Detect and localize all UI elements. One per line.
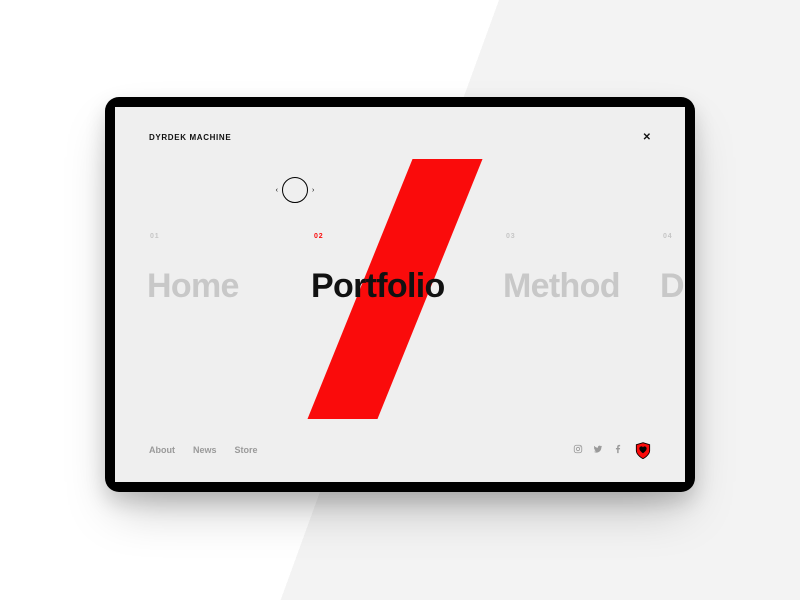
footer-link-store[interactable]: Store xyxy=(235,445,258,455)
nav-item-home[interactable]: 01 Home xyxy=(147,267,239,306)
main-nav: 01 Home 02 Portfolio 03 Method 04 Do xyxy=(115,267,685,327)
heart-shield-icon[interactable] xyxy=(635,442,651,458)
nav-item-do[interactable]: 04 Do xyxy=(660,267,685,306)
header: DYRDEK MACHINE ✕ xyxy=(149,127,651,147)
nav-number: 02 xyxy=(314,233,323,240)
chevron-right-icon[interactable]: › xyxy=(312,187,314,194)
footer: About News Store xyxy=(149,440,651,460)
facebook-icon[interactable] xyxy=(613,441,623,459)
nav-label: Method xyxy=(503,267,620,306)
social-icons xyxy=(573,441,623,459)
screen: DYRDEK MACHINE ✕ ‹ › 01 Home 02 Portfoli… xyxy=(115,107,685,482)
footer-link-news[interactable]: News xyxy=(193,445,217,455)
instagram-icon[interactable] xyxy=(573,441,583,459)
close-icon[interactable]: ✕ xyxy=(643,132,651,143)
device-frame: DYRDEK MACHINE ✕ ‹ › 01 Home 02 Portfoli… xyxy=(105,97,695,492)
nav-item-method[interactable]: 03 Method xyxy=(503,267,620,306)
twitter-icon[interactable] xyxy=(593,441,603,459)
footer-link-about[interactable]: About xyxy=(149,445,175,455)
nav-number: 03 xyxy=(506,233,515,240)
carousel-nav: ‹ › xyxy=(270,175,320,205)
nav-label: Home xyxy=(147,267,239,306)
nav-number: 04 xyxy=(663,233,672,240)
nav-label: Portfolio xyxy=(311,267,445,306)
nav-item-portfolio[interactable]: 02 Portfolio xyxy=(311,267,445,306)
footer-links: About News Store xyxy=(149,445,258,455)
brand-logo[interactable]: DYRDEK MACHINE xyxy=(149,133,231,142)
nav-label: Do xyxy=(660,267,685,306)
stage: DYRDEK MACHINE ✕ ‹ › 01 Home 02 Portfoli… xyxy=(0,0,800,600)
nav-number: 01 xyxy=(150,233,159,240)
footer-right xyxy=(573,441,651,459)
carousel-indicator-ring[interactable] xyxy=(282,177,308,203)
chevron-left-icon[interactable]: ‹ xyxy=(276,187,278,194)
